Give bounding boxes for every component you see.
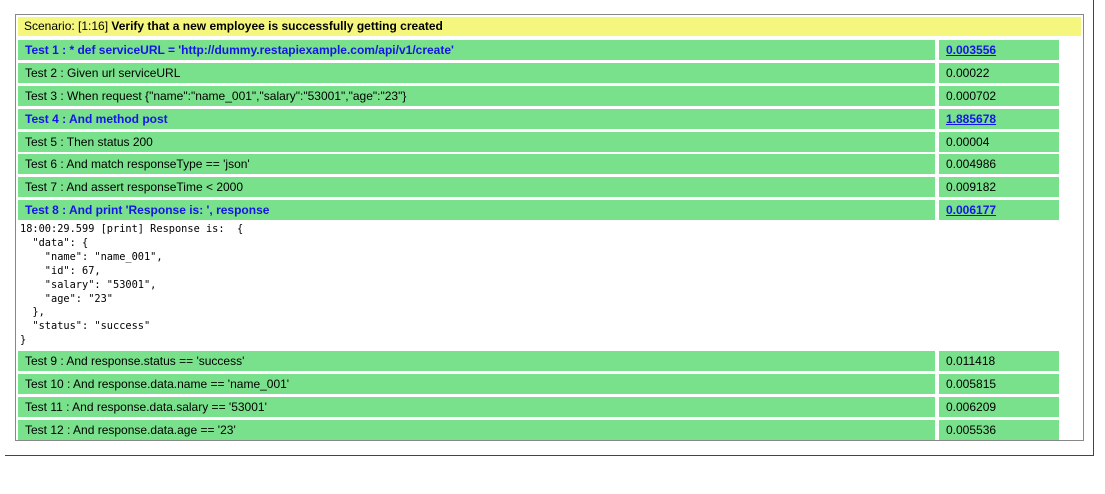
test-step-label: Test 10 : And response.data.name == 'nam…: [18, 374, 935, 394]
test-step-label: Test 6 : And match responseType == 'json…: [18, 154, 935, 174]
test-step-label: Test 7 : And assert responseTime < 2000: [18, 177, 935, 197]
scenario-prefix: Scenario: [1:16]: [24, 19, 109, 33]
test-row-7[interactable]: Test 7 : And assert responseTime < 2000 …: [18, 177, 1059, 197]
test-step-label: Test 9 : And response.status == 'success…: [18, 351, 935, 371]
test-row-2[interactable]: Test 2 : Given url serviceURL 0.00022: [18, 63, 1059, 83]
test-step-time: 0.009182: [939, 177, 1059, 197]
test-step-label: Test 1 : * def serviceURL = 'http://dumm…: [18, 40, 935, 60]
scenario-header: Scenario: [1:16] Verify that a new emplo…: [18, 17, 1081, 36]
scenario-title: Verify that a new employee is successful…: [111, 19, 443, 33]
test-step-time: 0.006209: [939, 397, 1059, 417]
test-row-5[interactable]: Test 5 : Then status 200 0.00004: [18, 132, 1059, 152]
test-row-9[interactable]: Test 9 : And response.status == 'success…: [18, 351, 1059, 371]
test-row-4[interactable]: Test 4 : And method post 1.885678: [18, 109, 1059, 129]
test-row-6[interactable]: Test 6 : And match responseType == 'json…: [18, 154, 1059, 174]
test-step-time: 0.005815: [939, 374, 1059, 394]
test-step-label: Test 2 : Given url serviceURL: [18, 63, 935, 83]
test-step-time: 0.00022: [939, 63, 1059, 83]
test-step-time: 0.006177: [939, 200, 1059, 220]
test-step-time: 0.00004: [939, 132, 1059, 152]
test-row-1[interactable]: Test 1 : * def serviceURL = 'http://dumm…: [18, 40, 1059, 60]
test-row-8[interactable]: Test 8 : And print 'Response is: ', resp…: [18, 200, 1059, 220]
test-step-time: 0.005536: [939, 420, 1059, 440]
test-step-label: Test 12 : And response.data.age == '23': [18, 420, 935, 440]
print-log-output: 18:00:29.599 [print] Response is: { "dat…: [20, 223, 244, 347]
test-step-label: Test 8 : And print 'Response is: ', resp…: [18, 200, 935, 220]
test-step-time: 0.004986: [939, 154, 1059, 174]
test-step-time: 0.011418: [939, 351, 1059, 371]
test-row-12[interactable]: Test 12 : And response.data.age == '23' …: [18, 420, 1059, 440]
test-step-time: 0.000702: [939, 86, 1059, 106]
test-row-10[interactable]: Test 10 : And response.data.name == 'nam…: [18, 374, 1059, 394]
test-step-time: 0.003556: [939, 40, 1059, 60]
test-step-label: Test 3 : When request {"name":"name_001"…: [18, 86, 935, 106]
test-row-11[interactable]: Test 11 : And response.data.salary == '5…: [18, 397, 1059, 417]
test-step-label: Test 4 : And method post: [18, 109, 935, 129]
scenario-report: Scenario: [1:16] Verify that a new emplo…: [15, 14, 1084, 441]
test-step-label: Test 11 : And response.data.salary == '5…: [18, 397, 935, 417]
test-step-time: 1.885678: [939, 109, 1059, 129]
test-row-3[interactable]: Test 3 : When request {"name":"name_001"…: [18, 86, 1059, 106]
test-step-label: Test 5 : Then status 200: [18, 132, 935, 152]
